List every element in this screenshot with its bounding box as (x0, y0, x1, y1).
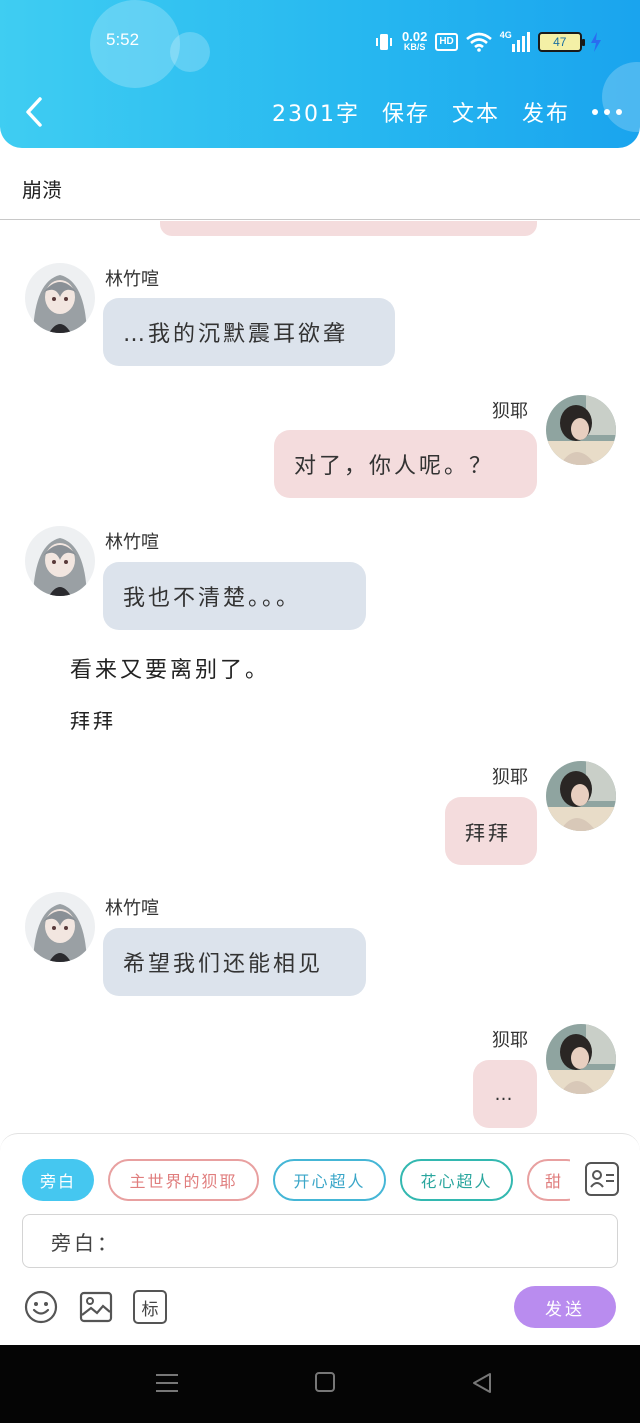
avatar-linzhuxuan[interactable] (25, 892, 95, 962)
header-actions: 2301字 保存 文本 发布 (272, 96, 622, 128)
text-button[interactable]: 文本 (452, 96, 500, 128)
battery-indicator: 47 (537, 32, 585, 52)
decor-bubble (170, 32, 210, 72)
hd-badge: HD (435, 33, 458, 51)
app-header: 5:52 0.02 KB/S HD 4G 47 2301字 保存 文本 发布 (0, 0, 640, 148)
message-bubble[interactable]: 对了，你人呢。？ (274, 430, 537, 498)
network-speed: 0.02 KB/S (402, 29, 428, 52)
speaker-name: 狈耶 (492, 1030, 528, 1051)
message-bubble[interactable]: 我也不清楚。。。 (103, 562, 366, 630)
status-time: 5:52 (106, 30, 140, 49)
back-triangle-icon[interactable] (470, 1371, 494, 1395)
chevron-left-icon (26, 97, 42, 127)
status-icons: 0.02 KB/S HD 4G 47 (374, 28, 602, 56)
speaker-name: 林竹喧 (105, 532, 159, 553)
message-input[interactable]: 旁白： (22, 1214, 618, 1268)
charging-icon (590, 32, 601, 52)
character-selector[interactable]: 旁白 主世界的狈耶 开心超人 花心超人 甜 (22, 1159, 570, 1201)
tag-button[interactable]: 标 (133, 1290, 167, 1324)
word-count: 2301字 (271, 102, 360, 127)
narration-text[interactable]: 看来又要离别了。 (70, 652, 270, 684)
message-bubble[interactable]: 拜拜 (445, 797, 537, 865)
message-bubble[interactable]: … (473, 1060, 537, 1128)
menu-icon[interactable] (155, 1371, 179, 1395)
signal-icon: 4G (499, 30, 530, 52)
save-button[interactable]: 保存 (382, 96, 430, 128)
emoji-button[interactable] (24, 1290, 58, 1324)
vibrate-icon (376, 34, 392, 50)
chat-area[interactable]: 林竹喧 …我的沉默震耳欲聋 狈耶 对了，你人呢。？ 林竹喧 我也不清楚。。。 看… (0, 221, 640, 1133)
speed-value: 0.02 (402, 29, 428, 44)
speed-unit: KB/S (403, 42, 426, 52)
character-chip[interactable]: 花心超人 (400, 1159, 513, 1201)
speaker-name: 林竹喧 (105, 269, 159, 290)
image-button[interactable] (79, 1290, 113, 1324)
system-nav-bar (0, 1345, 640, 1423)
avatar-beiye[interactable] (546, 1024, 616, 1094)
character-chip-narrator[interactable]: 旁白 (22, 1159, 94, 1201)
message-bubble-partial (160, 221, 537, 236)
home-icon[interactable] (314, 1371, 336, 1393)
send-button[interactable]: 发送 (514, 1286, 616, 1328)
narration-text[interactable]: 拜拜 (70, 705, 116, 734)
speaker-name: 狈耶 (492, 767, 528, 788)
story-title-bar: 崩溃 (0, 160, 640, 220)
wifi-icon (465, 32, 492, 52)
story-title[interactable]: 崩溃 (22, 174, 62, 203)
emoji-icon (24, 1290, 58, 1324)
speaker-name: 林竹喧 (105, 898, 159, 919)
speaker-name: 狈耶 (492, 401, 528, 422)
avatar-linzhuxuan[interactable] (25, 526, 95, 596)
avatar-beiye[interactable] (546, 395, 616, 465)
avatar-beiye[interactable] (546, 761, 616, 831)
message-bubble[interactable]: …我的沉默震耳欲聋 (103, 298, 395, 366)
composer-panel: 旁白 主世界的狈耶 开心超人 花心超人 甜 旁白： 标 发送 (0, 1133, 640, 1345)
contact-card-icon (590, 1170, 614, 1188)
character-manager-button[interactable] (585, 1162, 619, 1196)
image-icon (79, 1291, 113, 1323)
network-type: 4G (499, 30, 512, 40)
tag-icon: 标 (141, 1299, 159, 1320)
character-chip[interactable]: 甜 (527, 1159, 570, 1201)
avatar-linzhuxuan[interactable] (25, 263, 95, 333)
battery-level: 47 (553, 35, 567, 49)
character-chip[interactable]: 开心超人 (273, 1159, 386, 1201)
message-bubble[interactable]: 希望我们还能相见 (103, 928, 366, 996)
more-dots-icon[interactable] (592, 109, 622, 115)
publish-button[interactable]: 发布 (522, 96, 570, 128)
back-button[interactable] (22, 95, 50, 131)
character-chip[interactable]: 主世界的狈耶 (108, 1159, 259, 1201)
